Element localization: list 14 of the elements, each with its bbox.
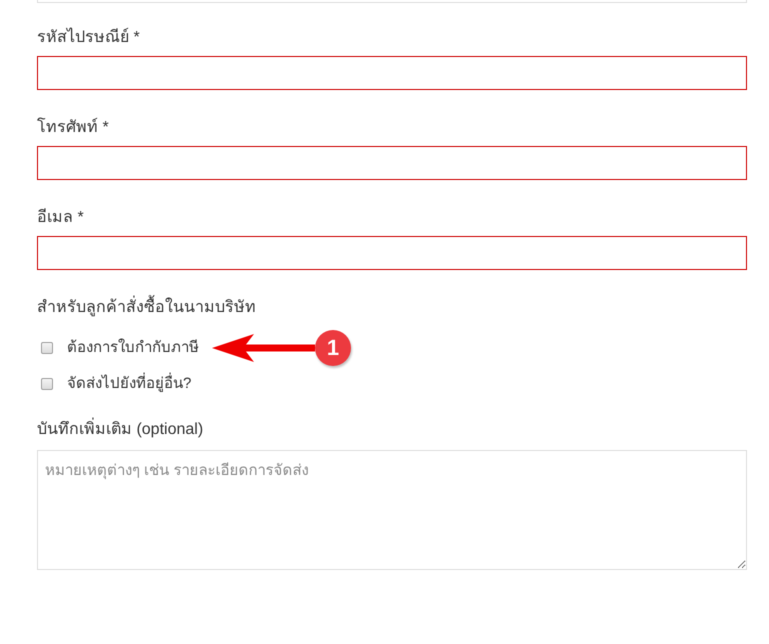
checkbox-label[interactable]: จัดส่งไปยังที่อยู่อื่น?: [67, 374, 192, 394]
checkbox[interactable]: [41, 342, 53, 354]
field-label: รหัสไปรษณีย์ *: [37, 27, 141, 48]
input-field[interactable]: [37, 146, 747, 180]
field-label: บันทึกเพิ่มเติม (optional): [37, 419, 747, 441]
input-field[interactable]: [37, 56, 747, 90]
checkbox[interactable]: [41, 378, 53, 390]
input-field[interactable]: [37, 236, 747, 270]
field-label: อีเมล *: [37, 207, 85, 228]
checkbox-label[interactable]: ต้องการใบกำกับภาษี: [67, 338, 199, 358]
section-heading: สำหรับลูกค้าสั่งซื้อในนามบริษัท: [37, 297, 747, 319]
field-label: โทรศัพท์ *: [37, 117, 110, 138]
notes-field[interactable]: หมายเหตุต่างๆ เช่น รายละเอียดการจัดส่ง: [37, 450, 747, 570]
number-badge: 1: [315, 330, 351, 366]
